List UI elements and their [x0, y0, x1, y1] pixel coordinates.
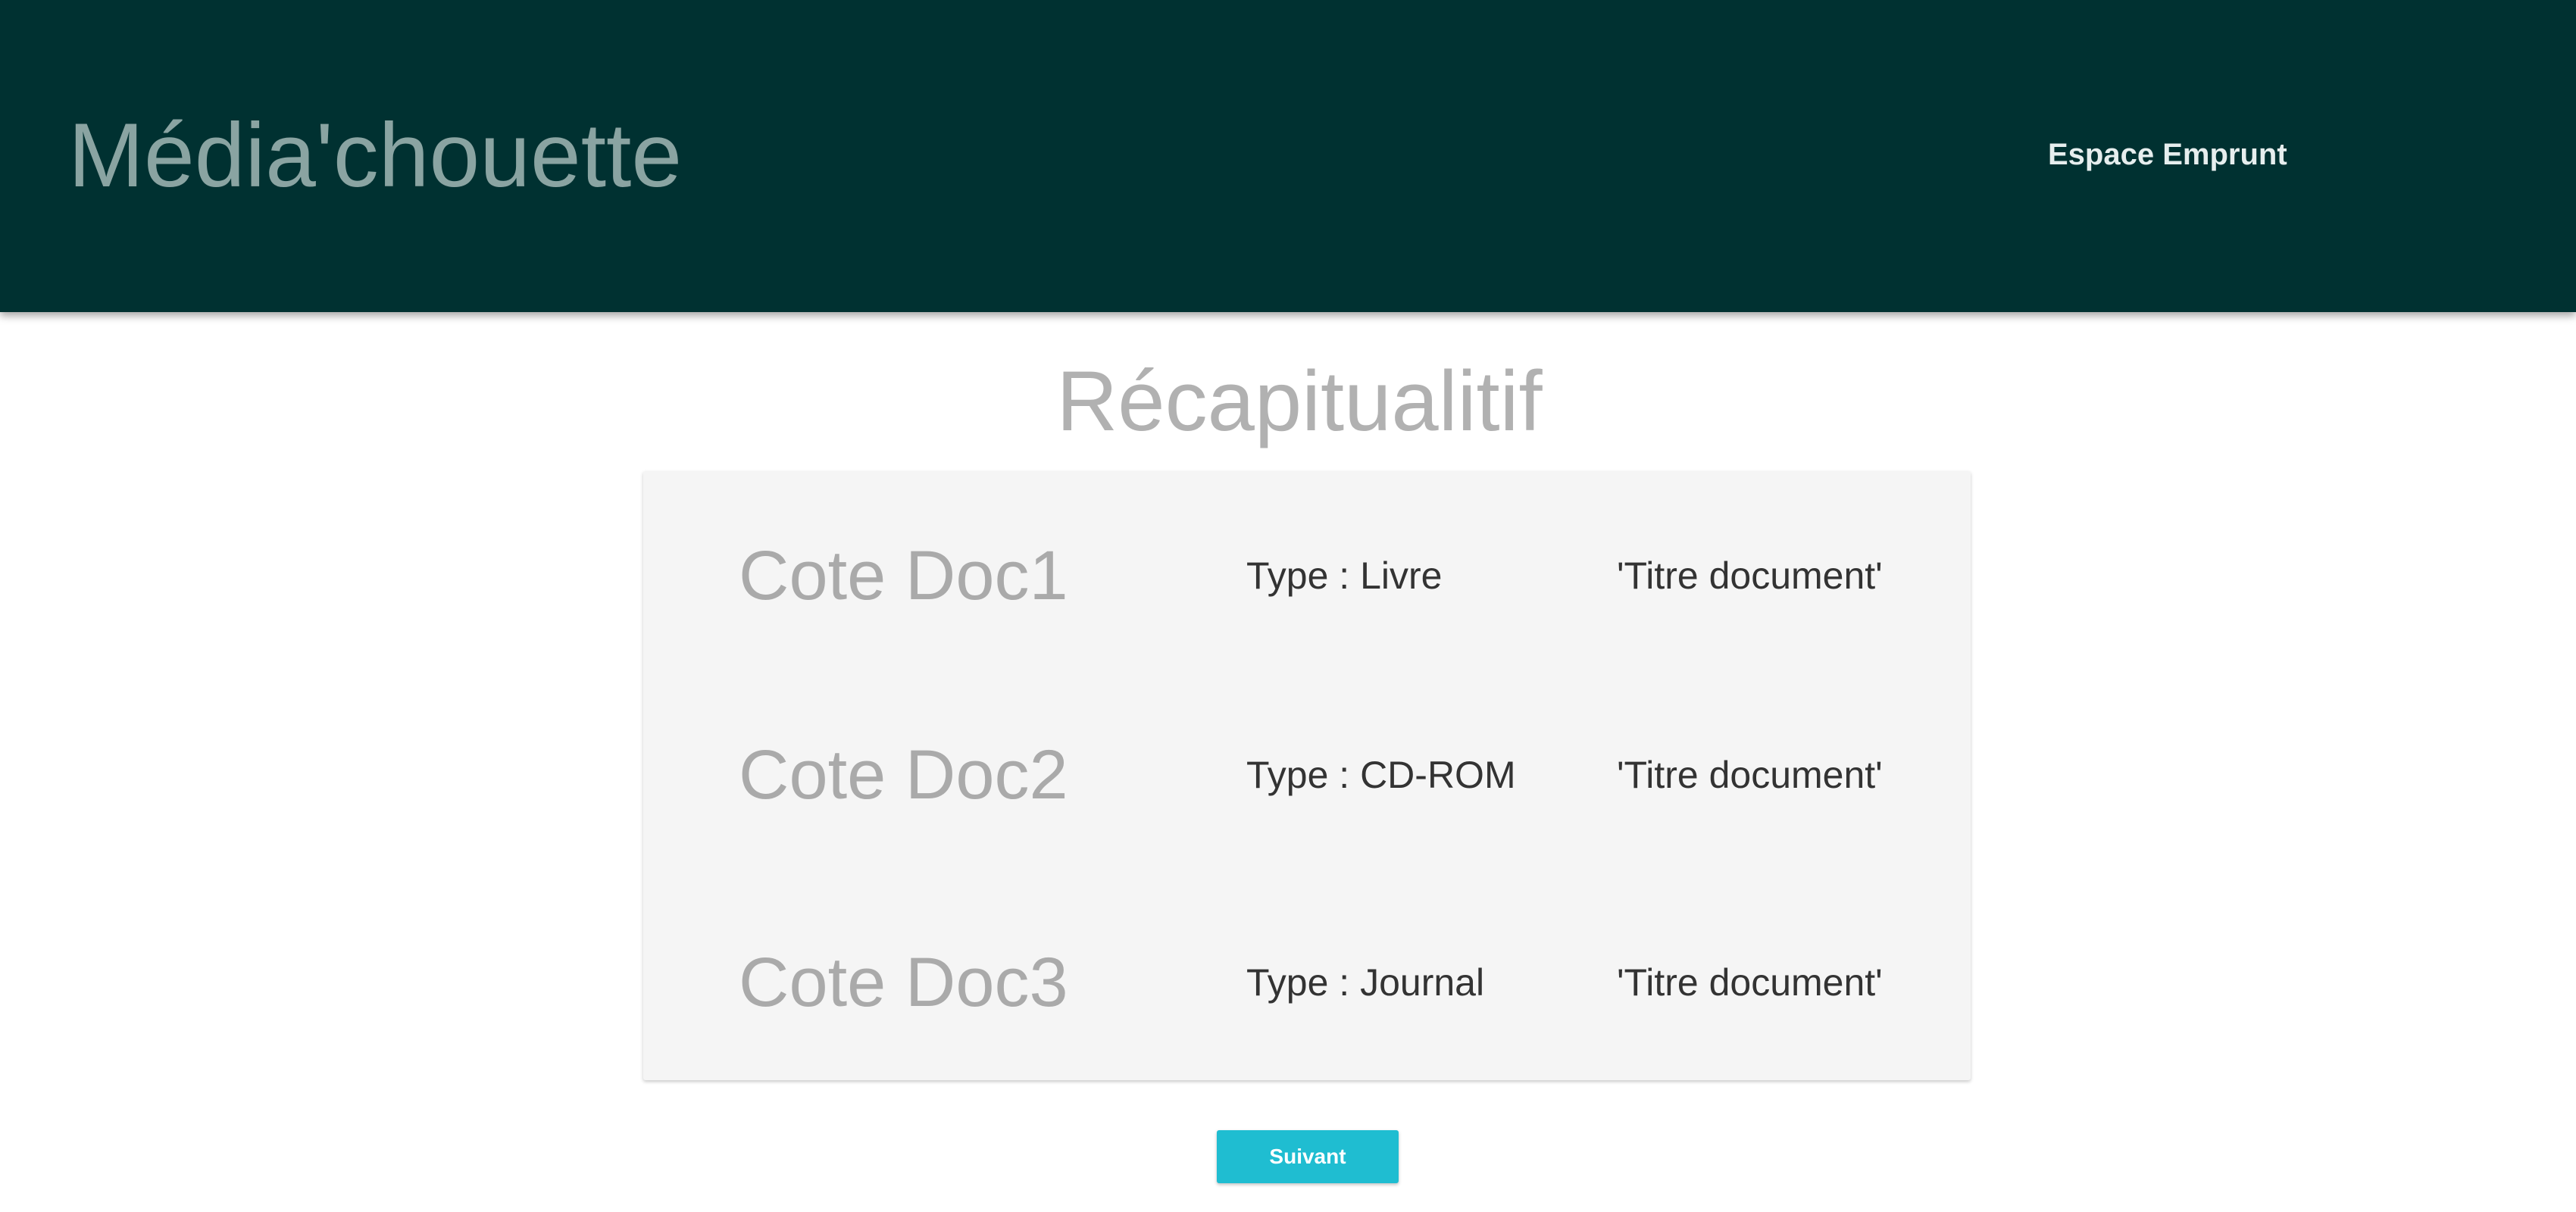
document-summary-panel: Cote Doc1 Type : Livre 'Titre document' Cot… [643, 471, 1971, 1080]
document-row: Cote Doc2 Type : CD-ROM 'Titre document' [643, 718, 1971, 832]
document-type: Type : CD-ROM [1246, 754, 1516, 796]
document-title: 'Titre document' [1617, 961, 1883, 1004]
document-code: Cote Doc2 [739, 736, 1068, 814]
brand-logo[interactable]: Média'chouette [68, 98, 682, 212]
app-header: Média'chouette Espace Emprunt [0, 0, 2576, 312]
document-type: Type : Livre [1246, 554, 1443, 597]
document-code: Cote Doc3 [739, 944, 1068, 1021]
next-button[interactable]: Suivant [1217, 1130, 1399, 1183]
nav-link-espace-emprunt[interactable]: Espace Emprunt [2048, 133, 2287, 176]
document-row: Cote Doc3 Type : Journal 'Titre document' [643, 926, 1971, 1039]
document-code: Cote Doc1 [739, 537, 1068, 614]
document-row: Cote Doc1 Type : Livre 'Titre document' [643, 519, 1971, 633]
document-type: Type : Journal [1246, 961, 1485, 1004]
document-title: 'Titre document' [1617, 754, 1883, 796]
page-title: Récapitualitif [1056, 354, 1543, 448]
document-title: 'Titre document' [1617, 554, 1883, 597]
